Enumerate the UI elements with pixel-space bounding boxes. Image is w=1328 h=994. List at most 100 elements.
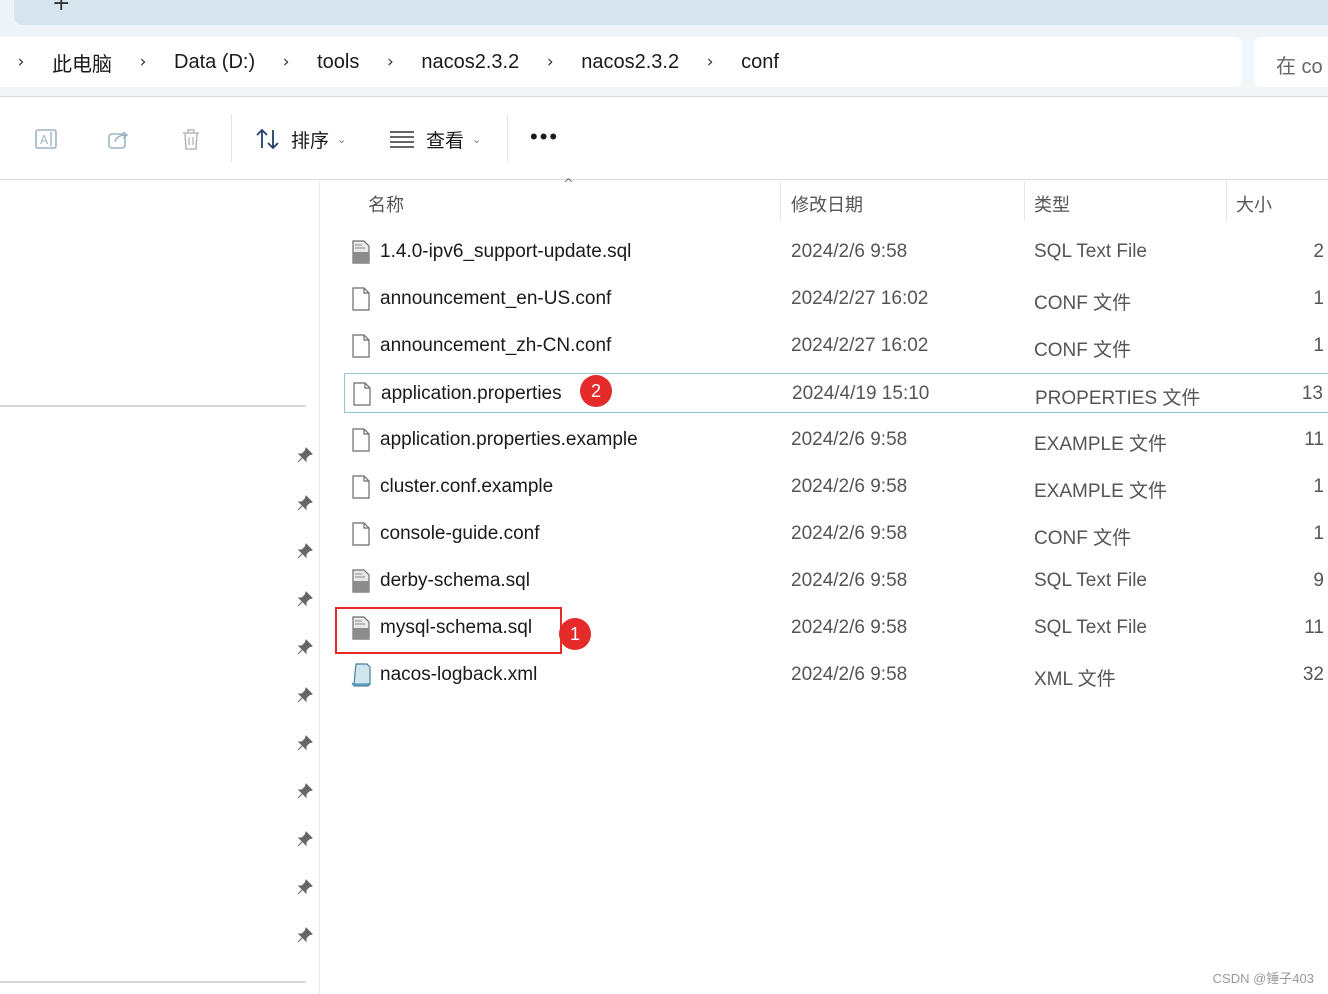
file-name: cluster.conf.example — [380, 476, 554, 497]
navigation-pane — [0, 181, 320, 994]
sort-ascending-icon: ^ — [563, 177, 574, 192]
chevron-right-icon[interactable]: › — [543, 52, 557, 72]
breadcrumb-item-data-drive[interactable]: Data (D:) — [150, 51, 279, 74]
view-label: 查看 — [426, 130, 465, 152]
pin-icon[interactable] — [296, 638, 314, 656]
chevron-right-icon[interactable]: › — [136, 52, 150, 72]
toolbar-separator — [507, 114, 508, 162]
file-type: SQL Text File — [1034, 241, 1147, 262]
file-type: SQL Text File — [1034, 570, 1147, 591]
sort-icon — [256, 128, 279, 150]
chevron-right-icon[interactable]: › — [279, 52, 293, 72]
file-list: ^ 名称 修改日期 类型 大小 1.4.0-ipv6_support-updat… — [321, 177, 1328, 994]
file-name: announcement_zh-CN.conf — [380, 335, 612, 356]
file-type: CONF 文件 — [1034, 340, 1132, 361]
delete-icon[interactable] — [177, 125, 205, 153]
breadcrumb-item-nacos-1[interactable]: nacos2.3.2 — [397, 51, 543, 74]
file-size: 1 — [1313, 335, 1324, 356]
file-modified-date: 2024/2/6 9:58 — [791, 523, 908, 544]
column-separator[interactable] — [780, 181, 781, 221]
breadcrumb: › 此电脑 › Data (D:) › tools › nacos2.3.2 ›… — [14, 48, 803, 76]
file-name: application.properties.example — [380, 429, 638, 450]
file-type: EXAMPLE 文件 — [1034, 481, 1168, 502]
file-type: EXAMPLE 文件 — [1034, 434, 1168, 455]
file-size: 1 — [1313, 288, 1324, 309]
file-name: 1.4.0-ipv6_support-update.sql — [380, 241, 632, 262]
file-size: 11 — [1304, 429, 1324, 450]
search-box[interactable]: 在 co — [1254, 37, 1328, 87]
column-separator[interactable] — [1024, 181, 1025, 221]
sort-button[interactable]: 排序 ⌄ — [255, 124, 346, 154]
breadcrumb-item-nacos-2[interactable]: nacos2.3.2 — [557, 51, 703, 74]
file-type: CONF 文件 — [1034, 293, 1132, 314]
file-modified-date: 2024/2/6 9:58 — [791, 617, 908, 638]
highlight-box — [335, 607, 562, 654]
pin-icon[interactable] — [296, 734, 314, 752]
pin-icon[interactable] — [296, 830, 314, 848]
pin-icon[interactable] — [296, 494, 314, 512]
address-bar[interactable]: › 此电脑 › Data (D:) › tools › nacos2.3.2 ›… — [0, 37, 1242, 87]
chevron-right-icon[interactable]: › — [703, 52, 717, 72]
file-row[interactable]: application.properties 2024/4/19 15:10 PRO… — [344, 373, 1328, 413]
file-row[interactable]: announcement_zh-CN.conf 2024/2/27 16:02 CO… — [344, 326, 1328, 366]
column-header-modified[interactable]: 修改日期 — [791, 191, 863, 217]
file-modified-date: 2024/2/6 9:58 — [791, 476, 908, 497]
file-name: announcement_en-US.conf — [380, 288, 612, 309]
watermark: CSDN @锤子403 — [1212, 971, 1314, 986]
new-tab-button[interactable]: + — [52, 0, 70, 16]
breadcrumb-item-conf[interactable]: conf — [717, 51, 803, 74]
breadcrumb-item-tools[interactable]: tools — [293, 51, 383, 74]
tab-strip: + — [0, 0, 1328, 37]
file-row[interactable]: 1.4.0-ipv6_support-update.sql 2024/2/6 9:… — [344, 232, 1328, 272]
file-modified-date: 2024/2/6 9:58 — [791, 570, 908, 591]
pin-icon[interactable] — [296, 878, 314, 896]
column-header-size[interactable]: 大小 — [1236, 191, 1272, 217]
file-row[interactable]: console-guide.conf 2024/2/6 9:58 CONF 文件 1 — [344, 514, 1328, 554]
file-type: XML 文件 — [1034, 669, 1116, 690]
file-row[interactable]: derby-schema.sql 2024/2/6 9:58 SQL Text Fi… — [344, 561, 1328, 601]
file-modified-date: 2024/2/6 9:58 — [791, 664, 908, 685]
chevron-right-icon[interactable]: › — [14, 52, 28, 72]
active-tab[interactable]: + — [14, 0, 1328, 25]
sort-label: 排序 — [291, 130, 330, 152]
file-modified-date: 2024/2/6 9:58 — [791, 429, 908, 450]
command-bar: A 排序 ⌄ 查看 ⌄ — [0, 98, 1328, 180]
file-type: CONF 文件 — [1034, 528, 1132, 549]
file-size: 13 — [1301, 383, 1323, 404]
column-separator[interactable] — [1226, 181, 1227, 221]
pin-icon[interactable] — [296, 782, 314, 800]
file-size: 32 — [1302, 664, 1324, 685]
column-header-name[interactable]: 名称 — [368, 191, 404, 217]
pin-icon[interactable] — [296, 590, 314, 608]
file-row[interactable]: nacos-logback.xml 2024/2/6 9:58 XML 文件 32 — [344, 655, 1328, 695]
breadcrumb-item-this-pc[interactable]: 此电脑 — [28, 48, 136, 77]
pin-icon[interactable] — [296, 686, 314, 704]
file-row[interactable]: application.properties.example 2024/2/6 9… — [344, 420, 1328, 460]
chevron-down-icon: ⌄ — [472, 132, 482, 146]
file-size: 9 — [1313, 570, 1324, 591]
rename-icon[interactable]: A — [33, 125, 61, 153]
file-name: console-guide.conf — [380, 523, 540, 544]
chevron-down-icon: ⌄ — [337, 132, 347, 146]
nav-divider — [0, 981, 306, 983]
more-options-button[interactable]: ••• — [530, 124, 559, 150]
pin-icon[interactable] — [296, 926, 314, 944]
annotation-badge-1: 1 — [559, 618, 591, 650]
file-modified-date: 2024/2/6 9:58 — [791, 241, 908, 262]
pin-icon[interactable] — [296, 542, 314, 560]
file-name: derby-schema.sql — [380, 570, 530, 591]
chevron-right-icon[interactable]: › — [383, 52, 397, 72]
column-header-type[interactable]: 类型 — [1034, 191, 1070, 217]
file-type: SQL Text File — [1034, 617, 1147, 638]
view-button[interactable]: 查看 ⌄ — [389, 124, 481, 154]
file-size: 11 — [1304, 617, 1324, 638]
file-modified-date: 2024/2/27 16:02 — [791, 288, 929, 309]
pin-icon[interactable] — [296, 446, 314, 464]
search-input[interactable]: 在 co — [1276, 50, 1323, 79]
file-name: application.properties — [381, 383, 562, 404]
file-row[interactable]: announcement_en-US.conf 2024/2/27 16:02 CO… — [344, 279, 1328, 319]
toolbar-separator — [231, 114, 232, 162]
share-icon[interactable] — [105, 125, 133, 153]
file-row[interactable]: cluster.conf.example 2024/2/6 9:58 EXAMPLE… — [344, 467, 1328, 507]
file-modified-date: 2024/2/27 16:02 — [791, 335, 929, 356]
